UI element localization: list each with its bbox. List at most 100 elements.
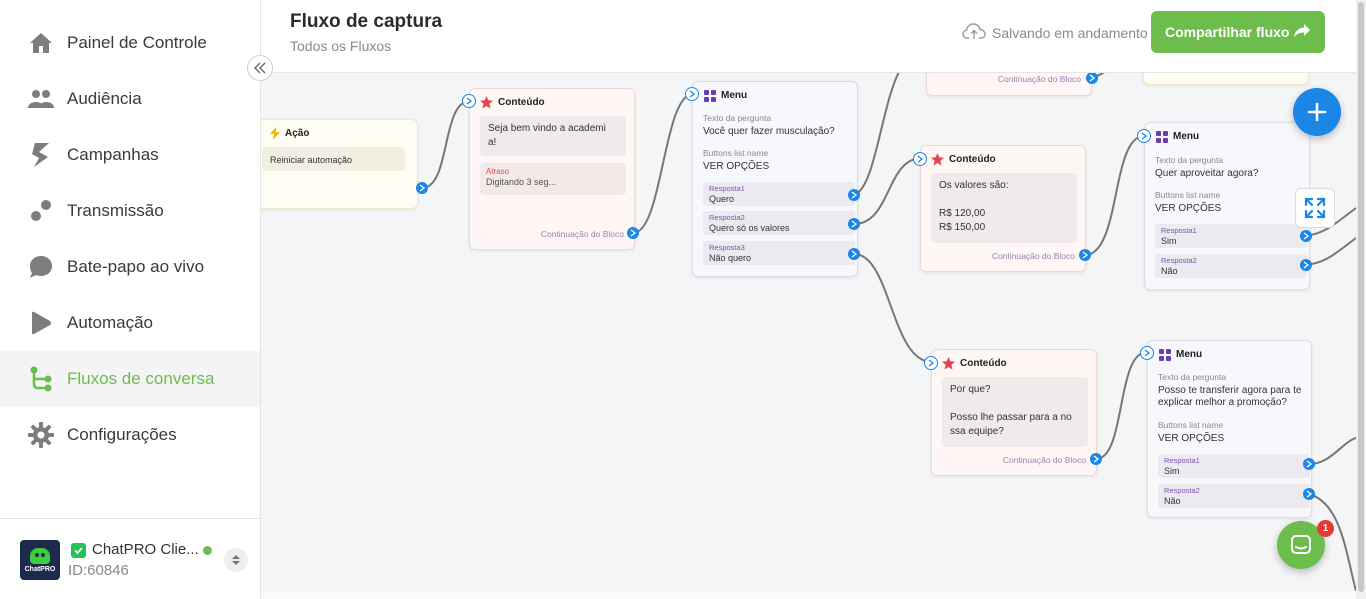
campaign-icon	[28, 142, 54, 168]
sidebar-item-campanhas[interactable]: Campanhas	[0, 127, 260, 183]
node-title: Menu	[1176, 349, 1203, 360]
input-port[interactable]	[685, 87, 699, 101]
message-line: R$ 150,00	[939, 222, 986, 233]
buttons-list-name: VER OPÇÕES	[703, 161, 770, 172]
output-port[interactable]	[848, 248, 860, 260]
sidebar-item-label: Painel de Controle	[67, 33, 207, 52]
page-header: Fluxo de captura Todos os Fluxos Salvand…	[261, 0, 1366, 73]
lightning-icon	[268, 127, 281, 140]
output-port[interactable]	[1300, 230, 1312, 242]
node-partial[interactable]	[1143, 73, 1309, 85]
input-port[interactable]	[1137, 129, 1151, 143]
output-port[interactable]	[1300, 259, 1312, 271]
sidebar-item-transmissao[interactable]: Transmissão	[0, 183, 260, 239]
sidebar-item-label: Campanhas	[67, 145, 159, 164]
horizontal-scrollbar[interactable]	[261, 591, 1356, 599]
share-flow-label: Compartilhar fluxo	[1165, 24, 1290, 40]
answer-option[interactable]: Resposta2 Não	[1155, 254, 1307, 278]
message-bubble: Seja bem vindo a academi a!	[480, 116, 626, 156]
menu-node[interactable]: Menu Texto da pergunta Posso te transfer…	[1147, 340, 1312, 518]
account-panel: ChatPRO ChatPRO Clie... ID:60846	[0, 518, 260, 599]
share-flow-button[interactable]: Compartilhar fluxo	[1151, 11, 1325, 53]
menu-node[interactable]: Menu Texto da pergunta Você quer fazer m…	[692, 81, 858, 277]
double-chevron-left-icon	[254, 62, 266, 74]
node-title: Conteúdo	[949, 154, 996, 165]
flow-canvas[interactable]: Ação Reiniciar automação Conteúdo Seja b…	[261, 73, 1356, 591]
sidebar-item-label: Configurações	[67, 425, 177, 444]
sidebar-item-painel[interactable]: Painel de Controle	[0, 15, 260, 71]
content-node-partial[interactable]: Continuação do Bloco	[926, 73, 1092, 96]
grid-icon	[1158, 348, 1171, 361]
output-port[interactable]	[1079, 249, 1091, 261]
output-port[interactable]	[1303, 488, 1315, 500]
vertical-scrollbar[interactable]	[1356, 0, 1366, 599]
content-node[interactable]: Conteúdo Por que? Posso lhe passar para …	[931, 349, 1097, 476]
continuation-label: Continuação do Bloco	[540, 229, 624, 239]
sidebar-item-audiencia[interactable]: Audiência	[0, 71, 260, 127]
avatar[interactable]: ChatPRO	[20, 540, 60, 580]
account-switcher-button[interactable]	[224, 548, 248, 572]
sidebar-item-label: Automação	[67, 313, 153, 332]
input-port[interactable]	[924, 356, 938, 370]
question-label: Texto da pergunta	[1158, 372, 1227, 382]
input-port[interactable]	[1140, 346, 1154, 360]
sidebar-item-bate-papo[interactable]: Bate-papo ao vivo	[0, 239, 260, 295]
users-icon	[28, 86, 54, 112]
output-port[interactable]	[627, 227, 639, 239]
answer-value: Quero	[709, 194, 735, 204]
save-status: Salvando em andamento	[962, 22, 1148, 43]
sidebar-item-configuracoes[interactable]: Configurações	[0, 407, 260, 463]
answer-label: Resposta2	[1164, 486, 1200, 495]
question-text: Quer aproveitar agora?	[1155, 168, 1259, 179]
collapse-sidebar-button[interactable]	[247, 55, 273, 81]
notification-badge: 1	[1317, 520, 1334, 537]
answer-option[interactable]: Resposta2 Não	[1158, 484, 1310, 508]
answer-label: Resposta1	[709, 184, 745, 193]
output-port[interactable]	[1303, 458, 1315, 470]
output-port[interactable]	[416, 182, 428, 194]
save-status-text: Salvando em andamento	[992, 24, 1148, 41]
answer-option[interactable]: Resposta1 Quero	[703, 182, 855, 206]
message-line: Posso lhe passar para a no	[950, 412, 1072, 423]
gear-icon	[28, 422, 54, 448]
answer-value: Não	[1161, 266, 1178, 276]
buttons-list-name: VER OPÇÕES	[1155, 203, 1222, 214]
content-node[interactable]: Conteúdo Seja bem vindo a academi a! Atr…	[469, 88, 635, 250]
account-id: ID:60846	[68, 562, 129, 579]
answer-option[interactable]: Resposta2 Quero só os valores	[703, 211, 855, 235]
input-port[interactable]	[913, 152, 927, 166]
message-line: ssa equipe?	[950, 426, 1004, 437]
add-block-button[interactable]	[1293, 88, 1341, 136]
delay-box: Atraso Digitando 3 seg...	[480, 163, 626, 195]
output-port[interactable]	[848, 189, 860, 201]
scrollbar-thumb[interactable]	[1358, 2, 1364, 592]
sidebar-item-label: Transmissão	[67, 201, 164, 220]
grid-icon	[1155, 130, 1168, 143]
sidebar-item-fluxos[interactable]: Fluxos de conversa	[0, 351, 260, 407]
buttons-list-label: Buttons list name	[703, 148, 769, 158]
breadcrumb[interactable]: Todos os Fluxos	[290, 38, 391, 54]
sidebar: Painel de Controle Audiência Campanhas T…	[0, 0, 261, 599]
answer-option[interactable]: Resposta1 Sim	[1158, 454, 1310, 478]
fit-view-button[interactable]	[1295, 188, 1335, 228]
answer-label: Resposta1	[1161, 226, 1197, 235]
star-icon	[480, 96, 493, 109]
answer-option[interactable]: Resposta1 Sim	[1155, 224, 1307, 248]
content-node[interactable]: Conteúdo Os valores são: R$ 120,00 R$ 15…	[920, 145, 1086, 272]
question-label: Texto da pergunta	[1155, 155, 1224, 165]
input-port[interactable]	[462, 94, 476, 108]
sidebar-item-label: Audiência	[67, 89, 142, 108]
menu-node[interactable]: Menu Texto da pergunta Quer aproveitar a…	[1144, 122, 1310, 290]
output-port[interactable]	[848, 218, 860, 230]
continuation-label: Continuação do Bloco	[991, 251, 1075, 261]
output-port[interactable]	[1090, 453, 1102, 465]
message-line: Por que?	[950, 384, 991, 395]
node-title: Conteúdo	[498, 97, 545, 108]
question-text-line: explicar melhor a promoção?	[1158, 397, 1287, 408]
online-status-dot	[203, 546, 212, 555]
action-node[interactable]: Ação Reiniciar automação	[261, 119, 418, 209]
delay-value: Digitando 3 seg...	[486, 177, 557, 187]
sidebar-item-automacao[interactable]: Automação	[0, 295, 260, 351]
answer-option[interactable]: Resposta3 Não quero	[703, 241, 855, 265]
answer-label: Resposta2	[1161, 256, 1197, 265]
